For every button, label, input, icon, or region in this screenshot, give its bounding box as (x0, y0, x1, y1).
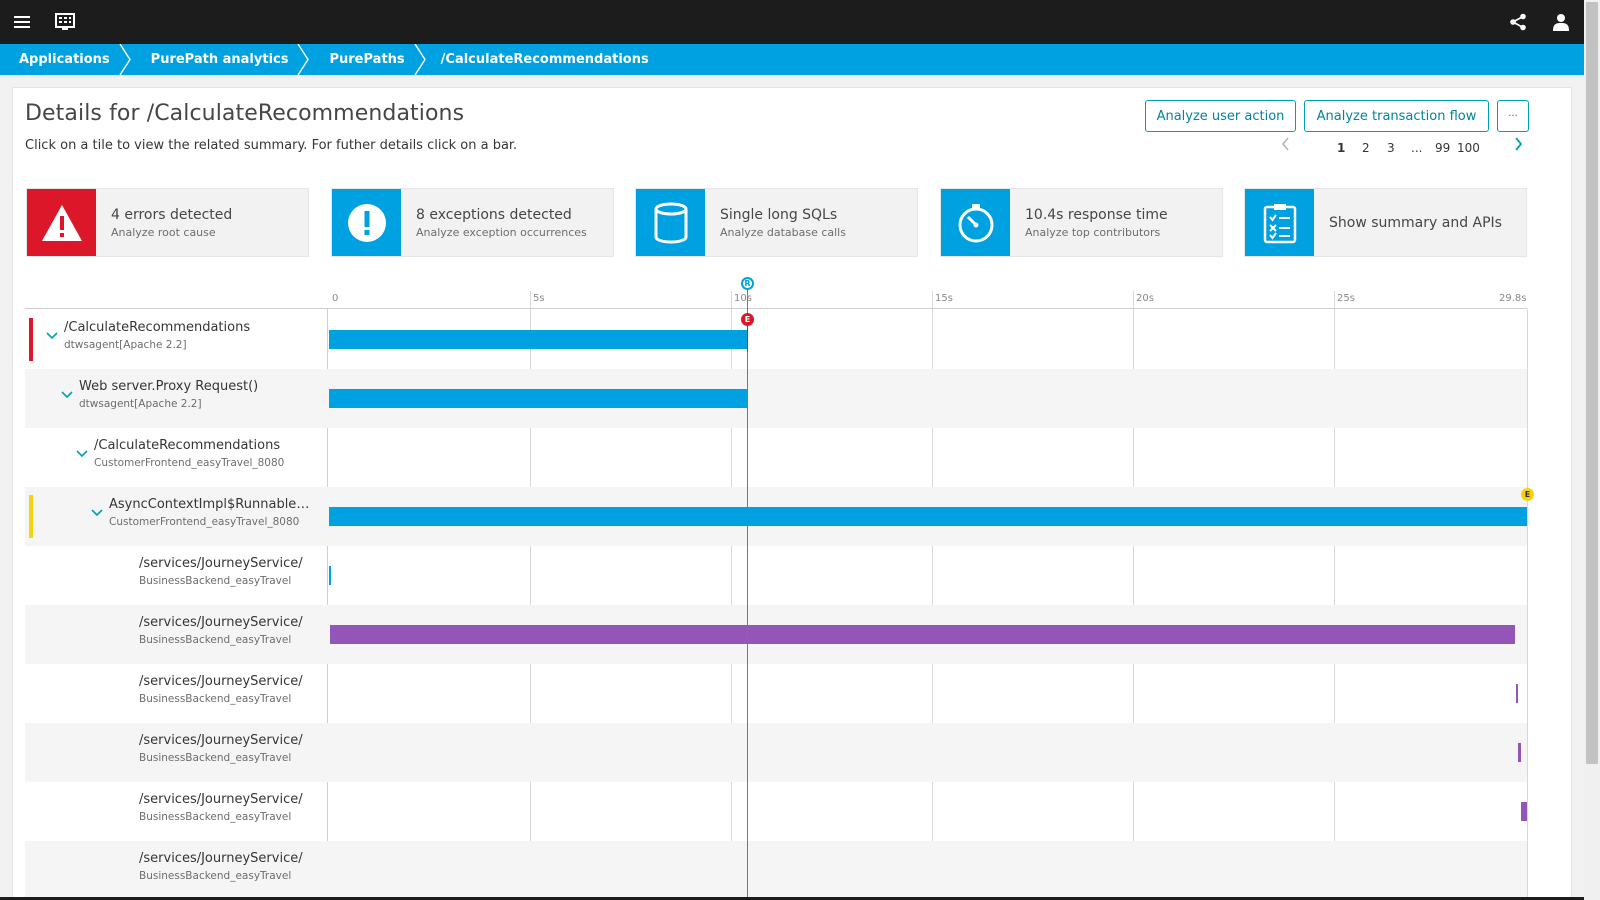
breadcrumb-purepaths[interactable]: PurePaths (310, 44, 426, 75)
scrollbar-thumb[interactable] (1586, 2, 1598, 764)
top-bar (0, 0, 1600, 44)
row-name[interactable]: /services/JourneyService/ (139, 556, 303, 571)
waterfall-row[interactable]: /CalculateRecommendations dtwsagent[Apach… (25, 310, 1527, 369)
timeline-tick-label: 10s (734, 293, 752, 304)
error-marker-line (747, 326, 748, 352)
details-panel: Details for /CalculateRecommendations Cl… (12, 87, 1572, 900)
vertical-scrollbar[interactable] (1584, 0, 1600, 900)
breadcrumb-label: PurePaths (329, 52, 405, 67)
row-name[interactable]: /services/JourneyService/ (139, 733, 303, 748)
share-icon[interactable] (1498, 0, 1538, 44)
row-name[interactable]: AsyncContextImpl$RunnableWra... (109, 497, 321, 512)
timeline-tick-label: 29.8s (1499, 293, 1527, 304)
waterfall-chart: 0 5s 10s 15s 20s 25s 29.8s /CalculateRecommend… (13, 88, 1573, 900)
row-agent: BusinessBackend_easyTravel (139, 693, 292, 705)
timeline-tick-label: 5s (533, 293, 545, 304)
warning-marker-badge[interactable]: E (1521, 488, 1534, 501)
timeline-axis (25, 308, 1527, 309)
waterfall-bar[interactable] (329, 330, 747, 349)
breadcrumb-chevron-icon (297, 44, 310, 75)
breadcrumb-purepath-analytics[interactable]: PurePath analytics (132, 44, 311, 75)
response-marker-badge[interactable]: R (741, 277, 754, 290)
waterfall-bar[interactable] (329, 507, 1527, 526)
row-agent: CustomerFrontend_easyTravel_8080 (94, 457, 285, 469)
waterfall-bar[interactable] (329, 389, 747, 408)
chevron-down-icon[interactable] (45, 328, 59, 342)
row-name[interactable]: /services/JourneyService/ (139, 792, 303, 807)
user-icon[interactable] (1541, 0, 1581, 44)
row-name[interactable]: /services/JourneyService/ (139, 851, 303, 866)
row-name[interactable]: /services/JourneyService/ (139, 615, 303, 630)
timeline-tick-label: 0 (332, 293, 339, 304)
breadcrumb-label: /CalculateRecommendations (440, 52, 649, 67)
hamburger-menu-icon[interactable] (2, 0, 42, 44)
waterfall-row[interactable]: /services/JourneyService/BusinessBackend… (25, 664, 1527, 723)
row-name[interactable]: Web server.Proxy Request() (79, 379, 258, 394)
breadcrumb: Applications PurePath analytics PurePath… (0, 44, 1584, 75)
row-agent: BusinessBackend_easyTravel (139, 634, 292, 646)
row-name[interactable]: /CalculateRecommendations (64, 320, 250, 335)
chevron-down-icon[interactable] (90, 505, 104, 519)
breadcrumb-applications[interactable]: Applications (0, 44, 132, 75)
chevron-down-icon[interactable] (75, 446, 89, 460)
waterfall-row[interactable]: /CalculateRecommendations CustomerFronten… (25, 428, 1527, 487)
timeline-tick-label: 25s (1337, 293, 1355, 304)
waterfall-row[interactable]: /services/JourneyService/BusinessBackend… (25, 723, 1527, 782)
row-name[interactable]: /services/JourneyService/ (139, 674, 303, 689)
row-agent: BusinessBackend_easyTravel (139, 870, 292, 882)
breadcrumb-chevron-icon (119, 44, 131, 75)
waterfall-row[interactable]: /services/JourneyService/BusinessBackend… (25, 841, 1527, 900)
dashboard-icon[interactable] (45, 0, 85, 44)
response-time-marker-line (747, 284, 748, 900)
breadcrumb-label: PurePath analytics (150, 52, 289, 67)
waterfall-bar[interactable] (329, 566, 331, 585)
row-agent: dtwsagent[Apache 2.2] (79, 398, 202, 410)
waterfall-row[interactable]: Web server.Proxy Request() dtwsagent[Apac… (25, 369, 1527, 428)
waterfall-row[interactable]: /services/JourneyService/BusinessBackend… (25, 782, 1527, 841)
row-status-marker (29, 318, 33, 361)
row-agent: BusinessBackend_easyTravel (139, 575, 292, 587)
waterfall-bar[interactable] (1518, 743, 1521, 762)
timeline-tick-label: 20s (1136, 293, 1154, 304)
row-agent: dtwsagent[Apache 2.2] (64, 339, 187, 351)
timeline-tick-label: 15s (935, 293, 953, 304)
breadcrumb-current[interactable]: /CalculateRecommendations (427, 44, 671, 75)
chevron-down-icon[interactable] (60, 387, 74, 401)
waterfall-bar[interactable] (1521, 802, 1527, 821)
breadcrumb-chevron-icon (414, 44, 426, 75)
error-marker-badge[interactable]: E (741, 313, 754, 326)
waterfall-row[interactable]: /services/JourneyService/BusinessBackend… (25, 546, 1527, 605)
row-agent: CustomerFrontend_easyTravel_8080 (109, 516, 300, 528)
row-agent: BusinessBackend_easyTravel (139, 811, 292, 823)
waterfall-bar[interactable] (330, 625, 1515, 644)
waterfall-bar[interactable] (1516, 684, 1518, 703)
row-name[interactable]: /CalculateRecommendations (94, 438, 280, 453)
breadcrumb-label: Applications (19, 52, 110, 67)
timeline-gridline (1527, 309, 1528, 900)
row-status-marker (29, 495, 33, 538)
row-agent: BusinessBackend_easyTravel (139, 752, 292, 764)
